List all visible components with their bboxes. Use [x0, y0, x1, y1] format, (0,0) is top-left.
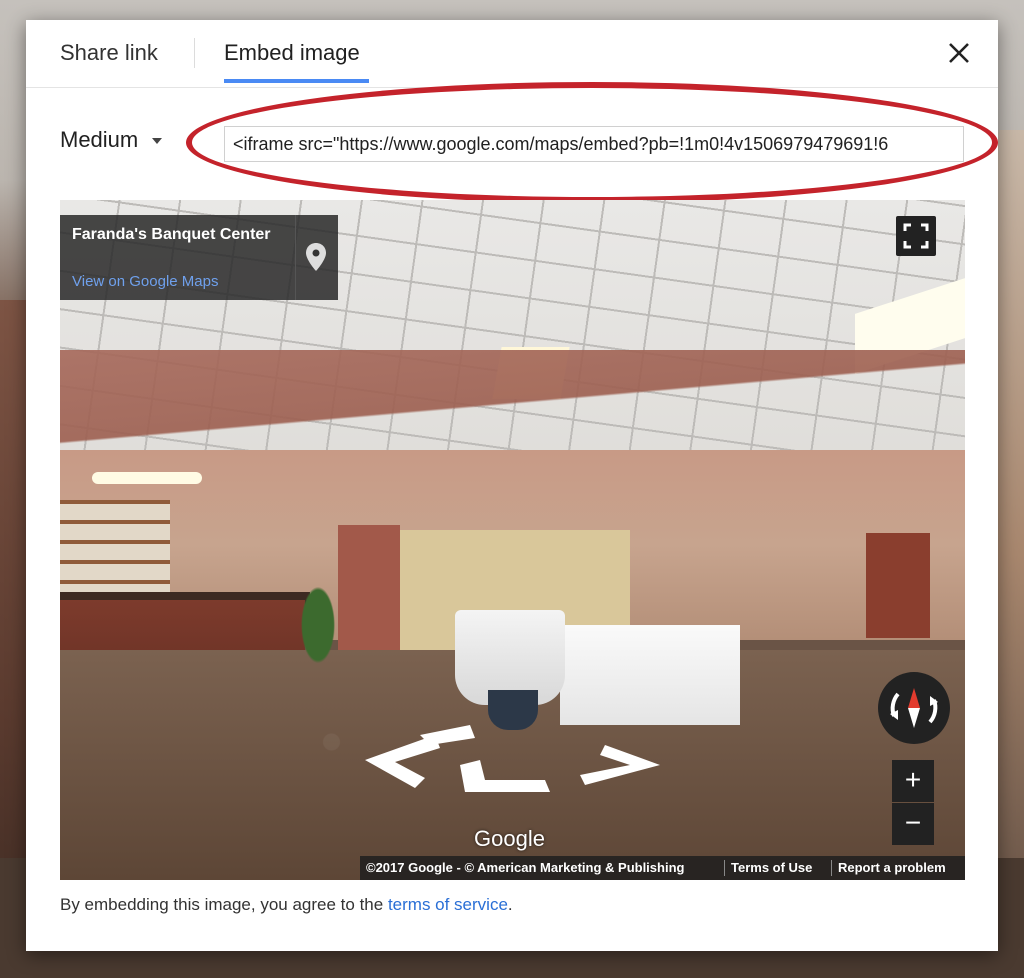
- zoom-in-button[interactable]: +: [892, 760, 934, 802]
- chevron-down-icon: [152, 138, 163, 145]
- street-view-preview[interactable]: Faranda's Banquet Center View on Google …: [60, 200, 965, 880]
- legal-prefix: By embedding this image, you agree to th…: [60, 895, 388, 914]
- place-card: Faranda's Banquet Center View on Google …: [60, 215, 338, 300]
- size-dropdown-value: Medium: [60, 127, 139, 152]
- size-dropdown[interactable]: Medium: [60, 127, 163, 153]
- background-right: [994, 130, 1024, 978]
- embed-code-field[interactable]: [224, 126, 964, 162]
- tab-share-link[interactable]: Share link: [60, 40, 158, 66]
- map-pin-icon[interactable]: [305, 242, 327, 272]
- legal-notice: By embedding this image, you agree to th…: [60, 895, 513, 915]
- scene-shelves: [60, 500, 170, 595]
- place-card-divider: [295, 215, 296, 300]
- compass-icon: [890, 688, 938, 728]
- tab-divider: [194, 38, 195, 68]
- scene-door: [338, 525, 400, 665]
- terms-of-use-link[interactable]: Terms of Use: [731, 860, 812, 875]
- nav-arrow-forward[interactable]: [420, 725, 475, 745]
- scene-plant: [298, 580, 338, 670]
- nav-arrow-right[interactable]: [580, 745, 660, 785]
- navigation-arrows[interactable]: [360, 720, 670, 810]
- google-logo: Google: [474, 826, 545, 851]
- tab-embed-image[interactable]: Embed image: [224, 40, 360, 66]
- close-button[interactable]: [942, 36, 976, 70]
- report-problem-link[interactable]: Report a problem: [838, 860, 946, 875]
- view-on-maps-link[interactable]: View on Google Maps: [72, 273, 218, 290]
- scene-door: [866, 533, 930, 638]
- close-icon: [949, 43, 969, 63]
- scene-table: [560, 625, 740, 725]
- copyright-text: ©2017 Google - © American Marketing & Pu…: [366, 860, 685, 875]
- place-title: Faranda's Banquet Center: [72, 226, 271, 243]
- scene-light: [92, 472, 202, 484]
- zoom-out-button[interactable]: −: [892, 803, 934, 845]
- legal-suffix: .: [507, 895, 513, 914]
- attribution-bar: ©2017 Google - © American Marketing & Pu…: [360, 856, 965, 880]
- footer-divider: [724, 860, 725, 876]
- compass-button[interactable]: [878, 672, 950, 744]
- fullscreen-icon: [903, 223, 929, 249]
- tab-bar: Share link Embed image: [26, 20, 998, 88]
- nav-arrow-back[interactable]: [460, 760, 550, 792]
- fullscreen-button[interactable]: [896, 216, 936, 256]
- footer-divider: [831, 860, 832, 876]
- share-dialog: Share link Embed image Medium <iframe sr…: [26, 20, 998, 951]
- active-tab-indicator: [224, 79, 369, 83]
- terms-of-service-link[interactable]: terms of service: [388, 895, 508, 914]
